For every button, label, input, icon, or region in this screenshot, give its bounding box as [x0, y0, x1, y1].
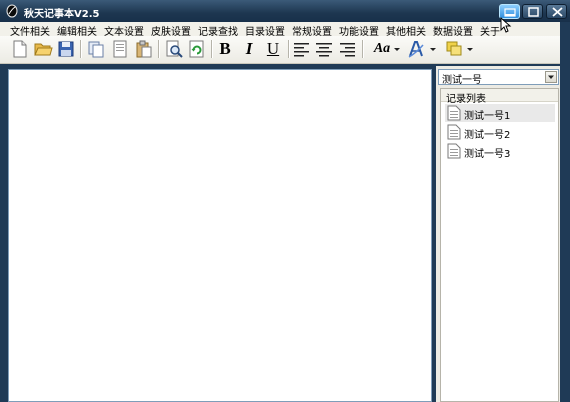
toolbar-separator	[80, 40, 81, 58]
underline-button[interactable]: U	[264, 39, 282, 59]
chevron-down-icon	[430, 48, 436, 51]
align-right-icon	[340, 43, 355, 57]
clipboard-icon	[136, 40, 152, 58]
highlight-color-icon	[446, 41, 462, 56]
maximize-button[interactable]	[522, 4, 543, 19]
chevron-down-icon	[394, 48, 400, 51]
open-folder-button[interactable]	[33, 39, 53, 59]
record-list-title: 记录列表	[446, 94, 486, 105]
magnifier-icon	[166, 40, 183, 58]
italic-button[interactable]: I	[240, 39, 258, 59]
copy-button[interactable]	[86, 39, 106, 59]
copy-icon	[88, 41, 104, 58]
maximize-icon	[528, 7, 539, 17]
record-item-label: 测试一号2	[464, 130, 511, 141]
record-list-panel: 记录列表 测试一号1 测试一号2 测试一号3	[440, 88, 559, 402]
new-file-button[interactable]	[10, 39, 30, 59]
align-center-icon	[316, 43, 332, 57]
leaf-app-icon	[5, 4, 19, 18]
app-window: 秋天记事本V2.5 文件相关 编辑相关 文本设置 皮肤设置 记录查找 目录设置 …	[0, 0, 570, 402]
toolbar: B I U Aa	[0, 36, 570, 64]
record-item-2[interactable]: 测试一号2	[445, 123, 555, 141]
record-item-1[interactable]: 测试一号1	[445, 104, 555, 122]
document-icon	[447, 105, 461, 121]
close-button[interactable]	[546, 4, 567, 19]
document-button[interactable]	[110, 39, 130, 59]
font-color-dropdown[interactable]	[428, 39, 438, 59]
menu-bar: 文件相关 编辑相关 文本设置 皮肤设置 记录查找 目录设置 常规设置 功能设置 …	[0, 22, 570, 38]
chevron-down-icon	[548, 75, 554, 79]
close-icon	[552, 7, 563, 17]
record-item-3[interactable]: 测试一号3	[445, 142, 555, 160]
highlight-button[interactable]	[444, 39, 464, 59]
font-button[interactable]: Aa	[370, 39, 394, 59]
refresh-button[interactable]	[187, 39, 207, 59]
record-list-header: 记录列表	[441, 89, 558, 105]
select-arrow-button[interactable]	[545, 71, 557, 83]
document-icon	[447, 143, 461, 159]
category-select[interactable]: 测试一号	[438, 69, 559, 86]
window-title: 秋天记事本V2.5	[24, 9, 100, 20]
category-select-value: 测试一号	[442, 75, 482, 86]
align-right-button[interactable]	[337, 39, 357, 59]
paste-button[interactable]	[134, 39, 154, 59]
toolbar-separator	[288, 40, 289, 58]
mouse-cursor-icon	[500, 17, 512, 33]
new-file-icon	[13, 40, 27, 58]
title-bar[interactable]: 秋天记事本V2.5	[0, 0, 570, 22]
chevron-down-icon	[467, 48, 473, 51]
highlight-dropdown[interactable]	[465, 39, 475, 59]
toolbar-separator	[158, 40, 159, 58]
document-icon	[447, 124, 461, 140]
toolbar-separator	[362, 40, 363, 58]
bold-button[interactable]: B	[216, 39, 234, 59]
align-left-icon	[294, 43, 309, 57]
folder-icon	[34, 43, 53, 56]
document-icon	[113, 40, 127, 58]
floppy-disk-icon	[58, 41, 74, 57]
save-button[interactable]	[56, 39, 76, 59]
window-right-border	[560, 22, 570, 402]
record-item-label: 测试一号1	[464, 111, 511, 122]
align-left-button[interactable]	[292, 39, 312, 59]
align-center-button[interactable]	[314, 39, 334, 59]
refresh-icon	[189, 40, 204, 58]
font-dropdown[interactable]	[392, 39, 402, 59]
font-color-icon	[408, 41, 424, 58]
find-button[interactable]	[164, 39, 184, 59]
font-color-button[interactable]	[406, 39, 426, 59]
record-item-label: 测试一号3	[464, 149, 511, 160]
toolbar-separator	[211, 40, 212, 58]
editor-container	[8, 69, 432, 402]
editor-textarea[interactable]	[9, 70, 431, 401]
